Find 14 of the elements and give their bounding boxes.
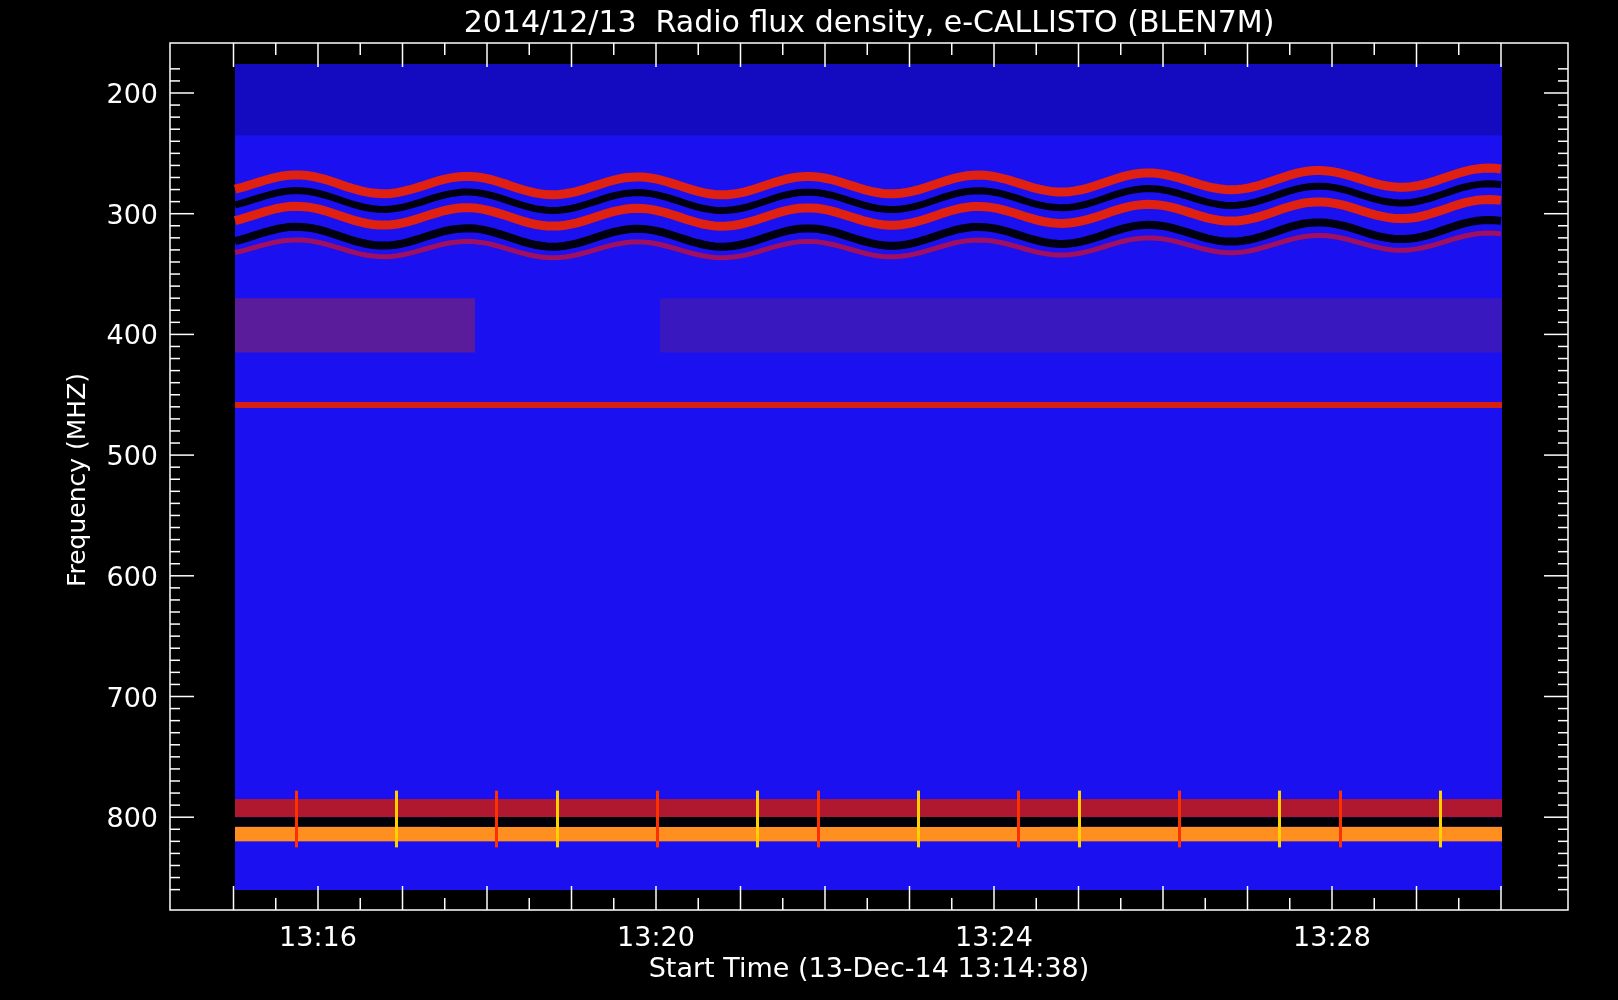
y-tick-label: 600 (106, 560, 158, 592)
x-tick-label: 13:24 (955, 921, 1033, 952)
x-axis-label: Start Time (13-Dec-14 13:14:38) (648, 952, 1090, 983)
y-tick-label: 200 (106, 78, 158, 109)
y-tick-label: 300 (106, 198, 158, 230)
x-tick-label: 13:20 (617, 921, 695, 952)
y-tick-label: 500 (106, 440, 158, 472)
y-axis-label: Frequency (MHZ) (62, 372, 91, 588)
chart-title: 2014/12/13 Radio flux density, e-CALLISTO (BLEN7M) (463, 4, 1275, 39)
x-tick-label: 13:28 (1293, 921, 1371, 952)
x-tick-label: 13:16 (279, 921, 357, 952)
y-tick-label: 800 (106, 802, 158, 834)
y-tick-label: 400 (106, 319, 158, 351)
y-tick-label: 700 (106, 681, 158, 713)
